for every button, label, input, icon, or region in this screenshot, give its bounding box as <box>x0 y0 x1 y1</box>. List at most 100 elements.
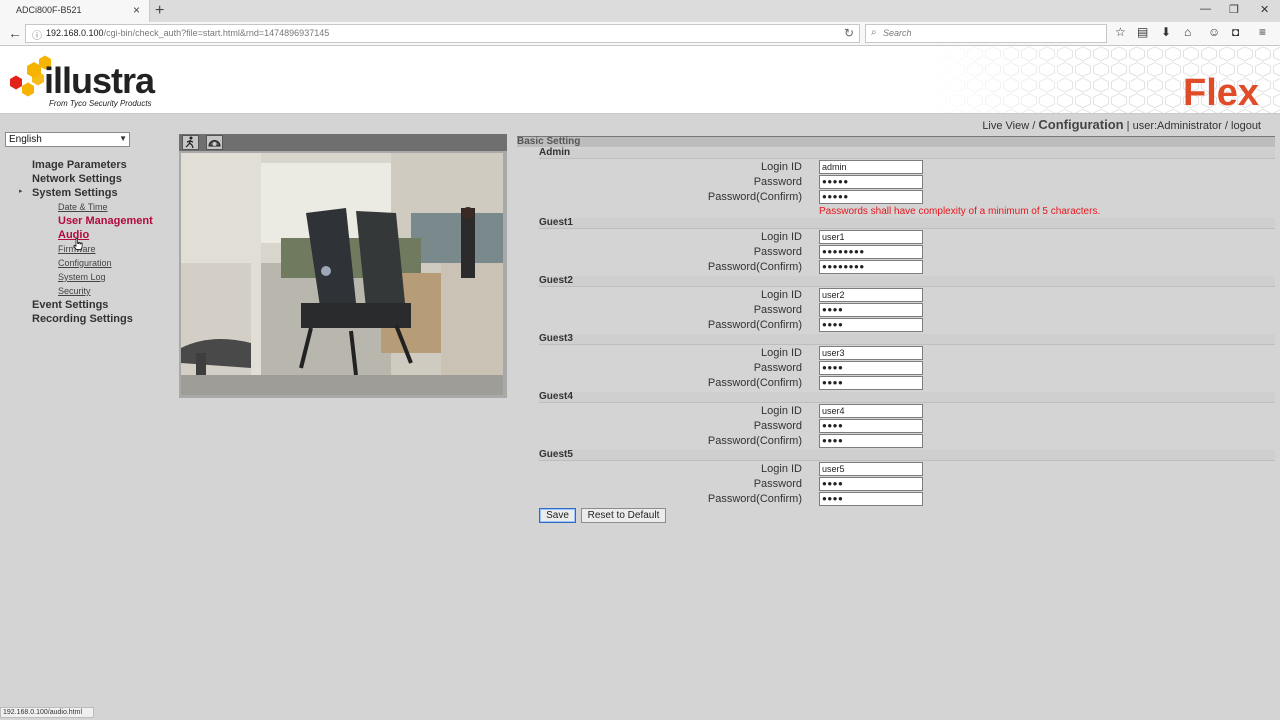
live-view-link[interactable]: Live View <box>982 120 1029 132</box>
group-title-guest5: Guest5 <box>539 449 573 460</box>
reset-to-default-button[interactable]: Reset to Default <box>581 508 666 523</box>
chevron-down-icon: ▼ <box>119 134 127 143</box>
login-id-label: Login ID <box>761 231 802 243</box>
admin-login-id-input[interactable]: admin <box>819 160 923 174</box>
login-id-label: Login ID <box>761 463 802 475</box>
language-select[interactable]: English ▼ <box>5 132 130 147</box>
sidebar-item-date-time[interactable]: Date & Time <box>58 202 108 212</box>
navigation-toolbar: ← ⓘ 192.168.0.100/cgi-bin/check_auth?fil… <box>0 22 1280 46</box>
separator: / <box>1029 120 1039 132</box>
group-header-guest2: Guest2 <box>539 275 1275 287</box>
new-tab-icon[interactable]: + <box>155 2 164 20</box>
guest5-login-id-input[interactable]: user5 <box>819 462 923 476</box>
back-arrow-icon[interactable]: ← <box>8 25 22 41</box>
group-header-guest5: Guest5 <box>539 449 1275 461</box>
restore-icon[interactable]: ❐ <box>1229 3 1239 16</box>
reload-icon[interactable]: ↻ <box>844 26 854 40</box>
group-title-guest3: Guest3 <box>539 333 573 344</box>
search-input[interactable]: ⌕ Search <box>865 24 1107 43</box>
group-header-guest1: Guest1 <box>539 217 1275 229</box>
url-text: 192.168.0.100/cgi-bin/check_auth?file=st… <box>46 28 329 38</box>
walking-person-icon[interactable] <box>182 135 199 150</box>
minimize-icon[interactable]: — <box>1200 3 1211 15</box>
download-icon[interactable]: ⬇ <box>1161 25 1171 39</box>
basic-setting-header: Basic Setting <box>517 136 1275 147</box>
password-label: Password <box>753 176 802 188</box>
login-id-label: Login ID <box>761 347 802 359</box>
separator: / <box>1221 120 1232 132</box>
password-confirm-label: Password(Confirm) <box>707 319 802 331</box>
home-icon[interactable]: ⌂ <box>1184 25 1191 39</box>
password-confirm-label: Password(Confirm) <box>707 377 802 389</box>
url-host: 192.168.0.100 <box>46 28 104 38</box>
dome-camera-icon[interactable] <box>206 135 223 150</box>
guest3-password-confirm-input[interactable]: ●●●● <box>819 376 923 390</box>
video-toolbar <box>179 134 507 151</box>
browser-chrome: ADCi800F-B521 × + — ❐ ✕ ← ⓘ 192.168.0.10… <box>0 0 1280 46</box>
flex-brand: Flex <box>1183 72 1260 114</box>
bookmark-star-icon[interactable]: ☆ <box>1115 25 1126 39</box>
guest3-password-input[interactable]: ●●●● <box>819 361 923 375</box>
group-title-admin: Admin <box>539 147 571 158</box>
sidebar-item-system-log[interactable]: System Log <box>58 272 106 282</box>
login-id-label: Login ID <box>761 405 802 417</box>
guest2-password-confirm-input[interactable]: ●●●● <box>819 318 923 332</box>
group-title-guest2: Guest2 <box>539 275 573 286</box>
guest3-login-id-input[interactable]: user3 <box>819 346 923 360</box>
password-label: Password <box>753 304 802 316</box>
chat-icon[interactable]: ☺ <box>1208 25 1220 39</box>
password-label: Password <box>753 362 802 374</box>
password-label: Password <box>753 246 802 258</box>
status-bar-url: 192.168.0.100/audio.html <box>0 707 94 718</box>
guest1-login-id-input[interactable]: user1 <box>819 230 923 244</box>
user-navigation: Live View / Configuration | user:Adminis… <box>982 117 1261 132</box>
password-confirm-label: Password(Confirm) <box>707 191 802 203</box>
password-confirm-label: Password(Confirm) <box>707 493 802 505</box>
guest4-login-id-input[interactable]: user4 <box>819 404 923 418</box>
admin-password-input[interactable]: ●●●●● <box>819 175 923 189</box>
configuration-link[interactable]: Configuration <box>1038 117 1123 132</box>
group-header-guest3: Guest3 <box>539 333 1275 345</box>
logo-subtitle: From Tyco Security Products <box>49 99 152 108</box>
guest5-password-confirm-input[interactable]: ●●●● <box>819 492 923 506</box>
search-icon: ⌕ <box>871 27 877 38</box>
logout-link[interactable]: logout <box>1231 120 1261 132</box>
menu-hamburger-icon[interactable]: ≡ <box>1259 25 1266 39</box>
group-header-admin: Admin <box>539 147 1275 159</box>
save-button[interactable]: Save <box>539 508 576 523</box>
guest2-password-input[interactable]: ●●●● <box>819 303 923 317</box>
address-bar[interactable]: ⓘ 192.168.0.100/cgi-bin/check_auth?file=… <box>25 24 860 43</box>
admin-password-confirm-input[interactable]: ●●●●● <box>819 190 923 204</box>
login-id-label: Login ID <box>761 289 802 301</box>
guest4-password-input[interactable]: ●●●● <box>819 419 923 433</box>
guest1-password-input[interactable]: ●●●●●●●● <box>819 245 923 259</box>
sidebar-item-user-management[interactable]: User Management <box>58 215 153 227</box>
guest4-password-confirm-input[interactable]: ●●●● <box>819 434 923 448</box>
tab-title: ADCi800F-B521 <box>16 5 82 15</box>
password-confirm-label: Password(Confirm) <box>707 435 802 447</box>
group-title-guest1: Guest1 <box>539 217 573 228</box>
group-title-guest4: Guest4 <box>539 391 573 402</box>
section-title: Basic Setting <box>517 136 581 147</box>
browser-tab[interactable]: ADCi800F-B521 × <box>0 0 150 22</box>
password-error-message: Passwords shall have complexity of a min… <box>819 206 1101 217</box>
separator: | <box>1123 120 1133 132</box>
close-window-icon[interactable]: ✕ <box>1260 3 1269 16</box>
guest2-login-id-input[interactable]: user2 <box>819 288 923 302</box>
page-header: illustra From Tyco Security Products Fle… <box>0 46 1280 114</box>
tab-strip: ADCi800F-B521 × + — ❐ ✕ <box>0 0 1280 22</box>
logo-text: illustra <box>44 60 155 101</box>
pocket-icon[interactable]: ◘ <box>1232 25 1239 39</box>
guest1-password-confirm-input[interactable]: ●●●●●●●● <box>819 260 923 274</box>
password-label: Password <box>753 420 802 432</box>
current-user: user:Administrator <box>1132 120 1222 132</box>
close-tab-icon[interactable]: × <box>133 3 140 17</box>
group-header-guest4: Guest4 <box>539 391 1275 403</box>
info-icon: ⓘ <box>32 31 42 42</box>
guest5-password-input[interactable]: ●●●● <box>819 477 923 491</box>
search-placeholder: Search <box>883 28 912 38</box>
password-confirm-label: Password(Confirm) <box>707 261 802 273</box>
url-path: /cgi-bin/check_auth?file=start.html&rnd=… <box>103 28 330 38</box>
language-selected: English <box>9 134 42 145</box>
bookmarks-list-icon[interactable]: ▤ <box>1137 25 1148 39</box>
